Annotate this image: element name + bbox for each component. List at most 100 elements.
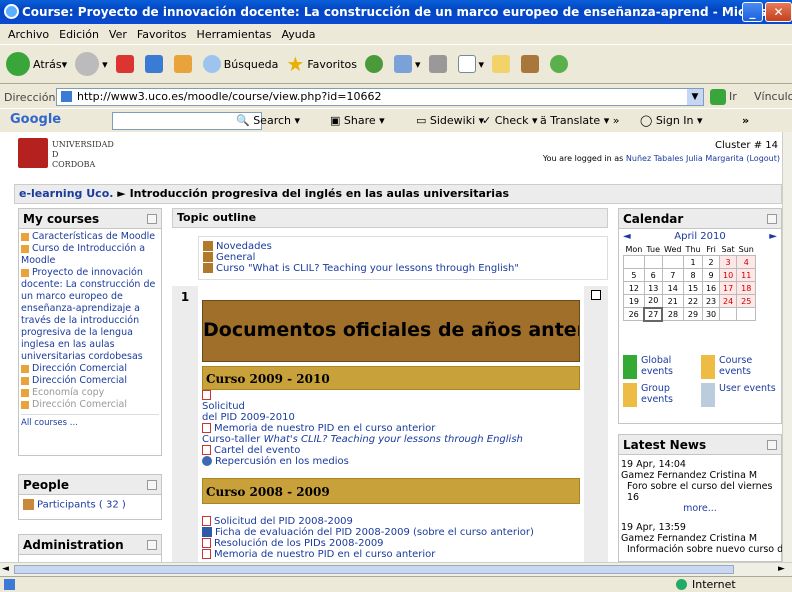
close-button[interactable]: ✕ [765,2,792,22]
web-icon [202,456,212,466]
collapse-icon[interactable] [767,214,777,224]
course-icon [21,244,29,253]
next-month-icon[interactable]: ► [769,231,777,242]
folder-button[interactable] [492,55,513,73]
page-icon [61,91,72,102]
word-button[interactable]: ▾ [457,55,484,73]
university-logo-icon [18,138,48,168]
menu-edicion[interactable]: Edición [59,28,99,41]
clil-course-link[interactable]: Curso "What is CLIL? Teaching your lesso… [199,263,607,274]
breadcrumb-home[interactable]: e-learning Uco. [19,187,113,200]
news-forum-link[interactable]: Novedades [199,237,607,252]
all-courses-link[interactable]: All courses ... [21,414,159,429]
participants-link[interactable]: Participants ( 32 ) [19,495,161,515]
solicitud-2008-link[interactable]: Solicitud del PID 2008-2009 [202,516,580,527]
prev-month-icon[interactable]: ◄ [623,231,631,242]
course-item[interactable]: Proyecto de innovación docente: La const… [21,267,159,363]
refresh-button[interactable] [144,55,166,73]
topic-outline-header: Topic outline [172,208,608,228]
google-logo: Google [10,112,62,127]
collapse-icon[interactable] [147,540,157,550]
section-2008-links: Solicitud del PID 2008-2009 Ficha de eva… [202,516,580,560]
go-icon[interactable] [710,89,726,105]
news-more-link[interactable]: more... [621,503,779,514]
share-button[interactable]: ▣ Share ▾ [330,114,385,127]
group-events-key[interactable]: Group events [623,383,699,407]
address-input[interactable]: http://www3.uco.es/moodle/course/view.ph… [56,88,704,106]
check-button[interactable]: ✓ Check ▾ [482,114,538,127]
cartel-link[interactable]: Cartel del evento [202,445,580,456]
scroll-left-icon[interactable]: ◄ [2,564,9,574]
my-courses-block: My courses Características de Moodle Cur… [18,208,162,456]
scroll-right-icon[interactable]: ► [778,564,785,574]
search-button[interactable]: Búsqueda [202,55,278,73]
forum-icon [203,252,213,262]
course-item[interactable]: Dirección Comercial [21,399,159,411]
translate-button[interactable]: ä Translate ▾ » [540,114,619,127]
print-button[interactable] [428,55,450,73]
google-search-button[interactable]: 🔍 Search ▾ [236,114,300,127]
collapse-icon[interactable] [767,440,777,450]
menu-herramientas[interactable]: Herramientas [197,28,272,41]
go-button[interactable]: Ir [729,90,737,103]
solicitud-text[interactable]: Solicitud [202,401,580,412]
course-icon [21,388,29,397]
administration-block: Administration [18,534,162,562]
research-button[interactable] [521,55,542,73]
favorites-button[interactable]: ★ Favoritos [286,52,357,76]
toolbar: Atrás ▾ ▾ Búsqueda ★ Favoritos ▾ ▾ [0,44,792,84]
course-item[interactable]: Dirección Comercial [21,375,159,387]
highlight-toggle-icon[interactable] [591,290,601,300]
google-toolbar: Google 🔍 Search ▾ ▣ Share ▾ ▭ Sidewiki ▾… [0,108,792,132]
course-item[interactable]: Características de Moodle [21,231,159,243]
scroll-thumb[interactable] [14,565,734,574]
messenger-button[interactable] [550,55,571,73]
menu-archivo[interactable]: Archivo [8,28,49,41]
user-link[interactable]: Nuñez Tabales Julia Margarita [626,154,744,163]
word-doc-icon [202,527,212,537]
course-item[interactable]: Economía copy [21,387,159,399]
minimize-button[interactable]: _ [742,2,763,22]
repercusion-link[interactable]: Repercusión en los medios [202,456,580,467]
general-forum-link[interactable]: General [199,252,607,263]
home-button[interactable] [173,55,195,73]
user-events-key[interactable]: User events [701,383,779,407]
section-banner: Documentos oficiales de años anteriores [202,300,580,362]
news-author-1: Gamez Fernandez Cristina M [621,470,758,481]
pid-2009-link[interactable]: del PID 2009-2010 [202,412,580,423]
course-icon [21,232,29,241]
history-button[interactable] [365,55,386,73]
word-icon [457,55,476,73]
global-events-key[interactable]: Global events [623,355,699,379]
course-item[interactable]: Dirección Comercial [21,363,159,375]
resolucion-link[interactable]: Resolución de los PIDs 2008-2009 [202,538,580,549]
my-courses-header: My courses [19,209,161,229]
solicitud-link[interactable] [202,390,580,401]
course-item[interactable]: Curso de Introducción a Moodle [21,243,159,267]
menu-favoritos[interactable]: Favoritos [137,28,187,41]
logout-link[interactable]: (Logout) [746,154,780,163]
horizontal-scrollbar[interactable]: ◄ ► [0,562,792,576]
collapse-icon[interactable] [147,214,157,224]
forum-icon [203,263,213,273]
vertical-scrollbar[interactable] [782,132,792,562]
more-chevron-icon[interactable]: » [742,114,749,127]
course-icon [21,364,29,373]
address-dropdown-icon[interactable]: ▼ [687,89,703,105]
course-events-key[interactable]: Course events [701,355,779,379]
back-button[interactable]: Atrás ▾ [6,52,67,76]
calendar-month[interactable]: April 2010 [674,231,725,242]
links-label[interactable]: Vínculos [754,90,792,103]
memoria-2008-link[interactable]: Memoria de nuestro PID en el curso anter… [202,549,580,560]
memoria-link[interactable]: Memoria de nuestro PID en el curso anter… [202,423,580,434]
signin-button[interactable]: ◯ Sign In ▾ [640,114,703,127]
ficha-link[interactable]: Ficha de evaluación del PID 2008-2009 (s… [202,527,580,538]
stop-button[interactable] [115,55,137,73]
menu-ayuda[interactable]: Ayuda [281,28,315,41]
sidewiki-button[interactable]: ▭ Sidewiki ▾ [416,114,484,127]
mail-button[interactable]: ▾ [394,55,421,73]
forward-button[interactable]: ▾ [75,52,108,76]
collapse-icon[interactable] [147,480,157,490]
menu-ver[interactable]: Ver [109,28,127,41]
folder-icon [492,55,511,73]
